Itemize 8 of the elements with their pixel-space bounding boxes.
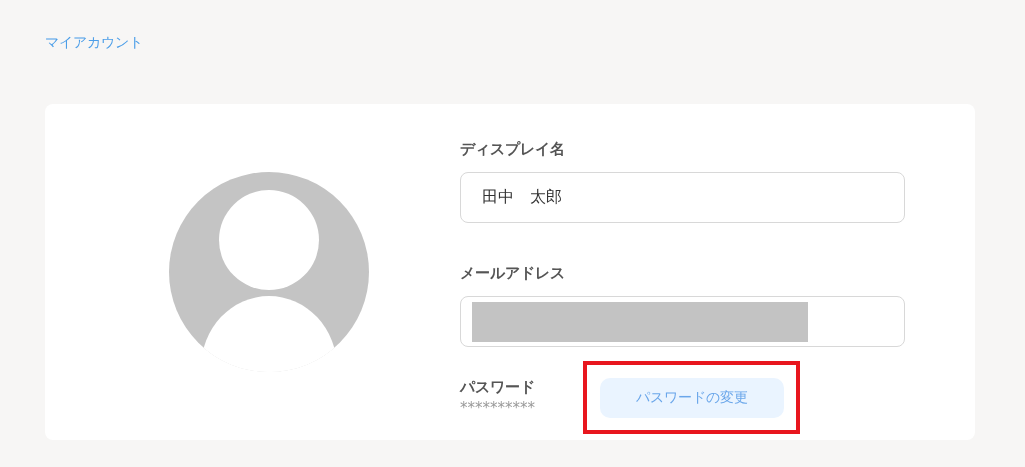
change-password-button[interactable]: パスワードの変更 — [599, 377, 784, 418]
field-label: ディスプレイ名 — [460, 139, 566, 159]
breadcrumb-link[interactable]: マイアカウント — [45, 34, 143, 50]
input-field[interactable] — [460, 296, 905, 347]
input-field[interactable]: 田中 太郎 — [460, 172, 905, 223]
field-label: メールアドレス — [460, 263, 566, 283]
field-label: パスワード — [460, 377, 536, 397]
masked-password: ********** — [460, 399, 536, 417]
